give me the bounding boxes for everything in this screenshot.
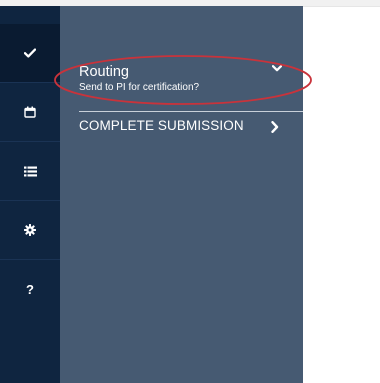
divider (79, 111, 303, 112)
complete-submission-item[interactable]: COMPLETE SUBMISSION (60, 113, 303, 143)
rail-check-button[interactable] (0, 24, 60, 82)
routing-subtitle: Send to PI for certification? (79, 82, 200, 93)
rail-settings-button[interactable] (0, 201, 60, 259)
chevron-right-icon[interactable] (271, 121, 279, 133)
check-icon (24, 48, 36, 58)
chevron-down-icon[interactable] (272, 65, 282, 72)
gear-icon (24, 224, 36, 236)
rail-help-button[interactable]: ? (0, 260, 60, 318)
routing-item[interactable]: Routing Send to PI for certification? (60, 58, 303, 108)
submission-panel: Routing Send to PI for certification? CO… (60, 6, 303, 383)
complete-submission-label: COMPLETE SUBMISSION (79, 118, 244, 133)
help-icon: ? (26, 281, 34, 297)
rail-calendar-button[interactable] (0, 83, 60, 141)
routing-title: Routing (79, 64, 129, 80)
icon-rail: ? (0, 6, 60, 383)
calendar-icon (24, 106, 36, 118)
list-icon (23, 166, 37, 176)
rail-list-button[interactable] (0, 142, 60, 200)
